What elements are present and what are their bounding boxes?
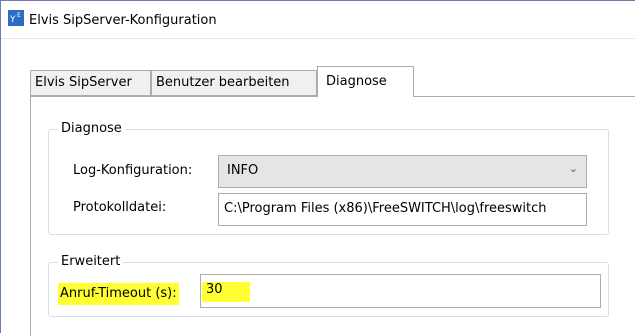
tab-elvis-sipserver[interactable]: Elvis SipServer (30, 70, 151, 96)
protokoll-value: C:\Program Files (x86)\FreeSWITCH\log\fr… (224, 201, 547, 216)
log-config-label: Log-Konfiguration: (73, 163, 193, 178)
timeout-input[interactable]: 30 (200, 274, 601, 308)
log-config-value: INFO (227, 163, 259, 178)
timeout-value: 30 (206, 282, 223, 297)
svg-text:Y: Y (9, 15, 16, 25)
diagnose-group-label: Diagnose (58, 121, 125, 137)
protokoll-input[interactable]: C:\Program Files (x86)\FreeSWITCH\log\fr… (218, 193, 587, 226)
protokoll-label: Protokolldatei: (73, 200, 167, 215)
chevron-down-icon: ⌄ (568, 162, 578, 175)
window-frame-top (0, 0, 635, 1)
window-title: Elvis SipServer-Konfiguration (29, 13, 217, 28)
app-icon: Y E (8, 10, 24, 26)
timeout-label: Anruf-Timeout (s): (58, 283, 179, 305)
erweitert-group-label: Erweitert (58, 254, 124, 270)
tab-diagnose[interactable]: Diagnose (317, 66, 414, 97)
title-separator (1, 38, 635, 39)
window-frame-left (0, 0, 1, 333)
log-config-select[interactable]: INFO ⌄ (218, 155, 587, 188)
tab-benutzer-bearbeiten[interactable]: Benutzer bearbeiten (151, 70, 317, 96)
svg-text:E: E (17, 12, 21, 19)
